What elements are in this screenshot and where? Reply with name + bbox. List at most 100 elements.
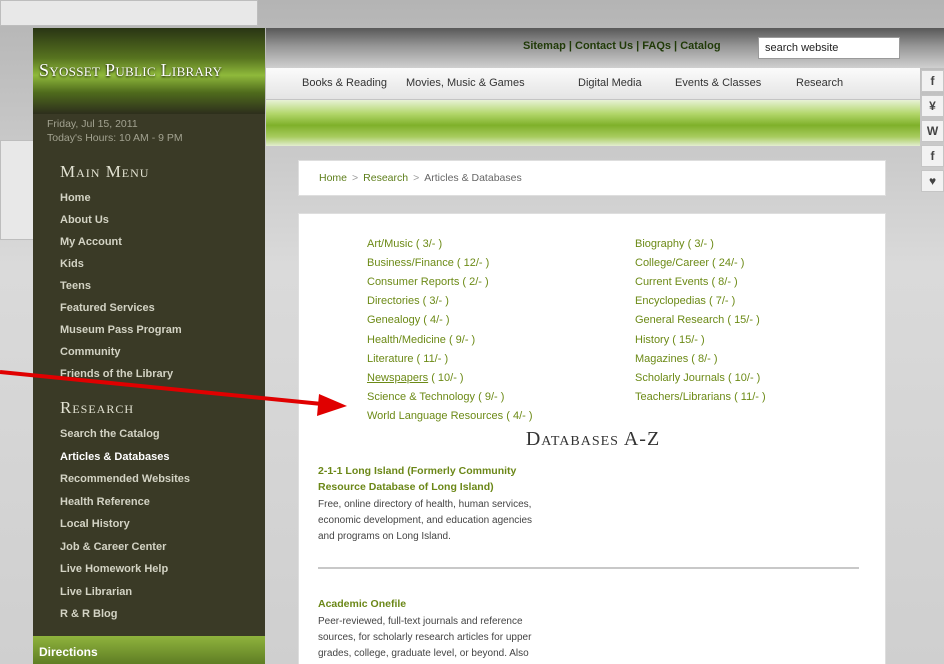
category-name: General Research [635,314,725,327]
category-link-world-language-resources[interactable]: World Language Resources ( 4/- ) [367,410,533,422]
category-count: ( 12/- ) [456,257,490,270]
category-link-health-medicine[interactable]: Health/Medicine ( 9/- ) [367,334,475,346]
category-name: Art/Music [367,238,413,250]
sidebar-item-my-account[interactable]: My Account [60,236,122,248]
category-name: Science & Technology [367,390,476,403]
database-description: economic development, and education agen… [318,515,533,526]
sidebar-item-kids[interactable]: Kids [60,258,84,270]
category-count: ( 4/- ) [506,409,533,422]
sidebar-item-museum-pass-program[interactable]: Museum Pass Program [60,324,182,336]
category-link-magazines[interactable]: Magazines ( 8/- ) [635,353,718,365]
breadcrumb-research[interactable]: Research [363,172,408,184]
top-link-faqs[interactable]: FAQs [642,40,671,52]
category-count: ( 24/- ) [712,257,745,270]
wordpress-icon[interactable]: W [921,120,944,142]
sidebar-item-community[interactable]: Community [60,346,121,358]
sidebar-item-live-homework-help[interactable]: Live Homework Help [60,563,168,575]
category-count: ( 3/- ) [687,238,714,250]
sidebar-item-health-reference[interactable]: Health Reference [60,496,150,508]
nav-books-and-reading[interactable]: Books & Reading [302,77,387,89]
decorative-banner [266,100,920,146]
category-link-college-career[interactable]: College/Career ( 24/- ) [635,257,744,269]
nav-digital-media[interactable]: Digital Media [578,77,642,89]
category-link-current-events[interactable]: Current Events ( 8/- ) [635,276,738,288]
nav-movies-music-and-games[interactable]: Movies, Music & Games [406,77,525,89]
sidebar-item-articles-and-databases[interactable]: Articles & Databases [60,451,169,463]
sidebar-item-recommended-websites[interactable]: Recommended Websites [60,473,190,485]
breadcrumb-home[interactable]: Home [319,172,347,184]
directions-button[interactable]: Directions [33,636,265,664]
main-menu-heading: Main Menu [60,162,150,181]
database-description: and programs on Long Island. [318,531,451,542]
sidebar-item-r-and-r-blog[interactable]: R & R Blog [60,608,117,620]
database-description: grades, college, graduate level, or beyo… [318,648,529,659]
sidebar-item-home[interactable]: Home [60,192,91,204]
category-link-consumer-reports[interactable]: Consumer Reports ( 2/- ) [367,276,489,288]
category-count: ( 11/- ) [734,390,766,403]
category-link-teachers-librarians[interactable]: Teachers/Librarians ( 11/- ) [635,391,766,403]
site-logo[interactable]: Syosset Public Library [39,60,222,81]
category-name: Encyclopedias [635,295,706,308]
nav-events-and-classes[interactable]: Events & Classes [675,77,761,89]
database-title[interactable]: Academic Onefile [318,597,406,611]
category-count: ( 15/- ) [672,333,705,346]
category-link-newspapers[interactable]: Newspapers ( 10/- ) [367,372,464,384]
category-name: Consumer Reports [367,276,460,289]
category-link-genealogy[interactable]: Genealogy ( 4/- ) [367,314,450,326]
category-name: Business/Finance [367,257,454,270]
friendfeed-icon[interactable]: f [921,145,944,167]
category-name: Genealogy [367,314,421,327]
search-input[interactable] [758,37,900,59]
top-link-contact-us[interactable]: Contact Us [575,40,633,52]
facebook-icon[interactable]: f [921,70,944,92]
sidebar-item-featured-services[interactable]: Featured Services [60,302,155,314]
category-link-scholarly-journals[interactable]: Scholarly Journals ( 10/- ) [635,372,760,384]
top-link-sitemap[interactable]: Sitemap [523,40,566,52]
category-link-business-finance[interactable]: Business/Finance ( 12/- ) [367,257,489,269]
database-description: sources, for scholarly research articles… [318,632,532,643]
database-title[interactable]: Resource Database of Long Island) [318,480,494,494]
utility-links: Sitemap | Contact Us | FAQs | Catalog [523,40,721,52]
sidebar-item-teens[interactable]: Teens [60,280,91,292]
content-panel: Art/Music ( 3/- ) Business/Finance ( 12/-… [298,213,886,664]
sidebar-item-local-history[interactable]: Local History [60,518,130,530]
research-menu-heading: Research [60,398,135,417]
category-link-history[interactable]: History ( 15/- ) [635,334,705,346]
category-count: ( 2/- ) [462,276,489,289]
category-count: ( 8/- ) [691,352,718,365]
sidebar-item-live-librarian[interactable]: Live Librarian [60,586,132,598]
top-link-catalog[interactable]: Catalog [680,40,720,52]
category-name: World Language Resources [367,409,504,422]
category-name: Magazines [635,352,689,365]
sidebar-item-job-and-career-center[interactable]: Job & Career Center [60,541,166,553]
background-window [0,0,258,26]
category-name: History [635,333,670,346]
breadcrumb: Home > Research > Articles & Databases [319,172,522,184]
category-link-encyclopedias[interactable]: Encyclopedias ( 7/- ) [635,295,735,307]
logo-banner: Syosset Public Library [33,28,265,114]
sidebar-item-about-us[interactable]: About Us [60,214,109,226]
category-count: ( 4/- ) [423,314,450,327]
breadcrumb-separator: > [413,172,420,184]
category-link-literature[interactable]: Literature ( 11/- ) [367,353,448,365]
twitter-icon[interactable]: ¥ [921,95,944,117]
screenshot-stage: Syosset Public Library Friday, Jul 15, 2… [0,0,944,664]
category-link-science-and-technology[interactable]: Science & Technology ( 9/- ) [367,391,504,403]
sidebar-item-search-the-catalog[interactable]: Search the Catalog [60,428,160,440]
category-link-directories[interactable]: Directories ( 3/- ) [367,295,449,307]
main-navigation: Books & Reading Movies, Music & Games Digi… [266,68,920,100]
heart-icon[interactable]: ♥ [921,170,944,192]
category-count: ( 9/- ) [478,390,505,403]
database-description: Free, online directory of health, human … [318,499,532,510]
nav-research[interactable]: Research [796,77,843,89]
sidebar-item-friends-of-the-library[interactable]: Friends of the Library [60,368,173,380]
category-link-art-music[interactable]: Art/Music ( 3/- ) [367,238,442,250]
database-title[interactable]: 2-1-1 Long Island (Formerly Community [318,464,516,478]
category-link-biography[interactable]: Biography ( 3/- ) [635,238,714,250]
category-count: ( 10/- ) [431,371,464,384]
category-count: ( 3/- ) [422,295,449,308]
category-link-general-research[interactable]: General Research ( 15/- ) [635,314,760,326]
today-hours: Today's Hours: 10 AM - 9 PM [47,132,183,144]
breadcrumb-panel: Home > Research > Articles & Databases [298,160,886,196]
category-name: Health/Medicine [367,333,446,346]
